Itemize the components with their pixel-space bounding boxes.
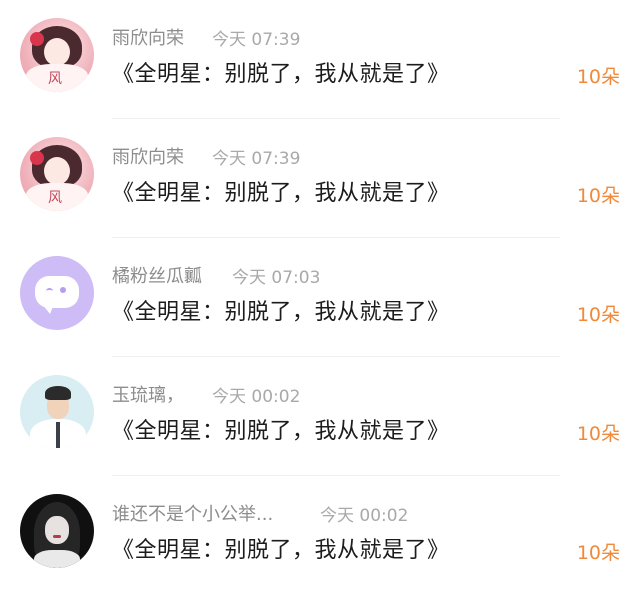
gift-record-list: 风 雨欣向荣 今天 07:39 《全明星：别脱了，我从就是了》 10朵 风 雨欣… [0,0,640,584]
list-item[interactable]: 风 雨欣向荣 今天 07:39 《全明星：别脱了，我从就是了》 10朵 [0,119,640,238]
avatar[interactable] [20,375,94,449]
timestamp: 今天 07:39 [212,30,301,50]
timestamp: 今天 00:02 [212,387,301,407]
flower-count: 10朵 [576,304,620,326]
flower-count: 10朵 [576,542,620,564]
message-text: 《全明星：别脱了，我从就是了》 [112,419,450,444]
avatar[interactable] [20,256,94,330]
flower-count: 10朵 [576,423,620,445]
user-name[interactable]: 雨欣向荣 [112,143,184,169]
avatar[interactable] [20,494,94,568]
flower-count: 10朵 [576,66,620,88]
message-text: 《全明星：别脱了，我从就是了》 [112,62,450,87]
list-item[interactable]: 橘粉丝瓜瓤 今天 07:03 《全明星：别脱了，我从就是了》 10朵 [0,238,640,357]
user-name[interactable]: 橘粉丝瓜瓤 [112,262,202,288]
list-item[interactable]: 谁还不是个小公举... 今天 00:02 《全明星：别脱了，我从就是了》 10朵 [0,476,640,595]
message-text: 《全明星：别脱了，我从就是了》 [112,538,450,563]
list-item[interactable]: 玉琉璃， 今天 00:02 《全明星：别脱了，我从就是了》 10朵 [0,357,640,476]
flower-count: 10朵 [576,185,620,207]
message-text: 《全明星：别脱了，我从就是了》 [112,300,450,325]
list-item[interactable]: 风 雨欣向荣 今天 07:39 《全明星：别脱了，我从就是了》 10朵 [0,0,640,119]
user-name[interactable]: 雨欣向荣 [112,24,184,50]
timestamp: 今天 07:03 [232,268,321,288]
timestamp: 今天 00:02 [320,506,409,526]
timestamp: 今天 07:39 [212,149,301,169]
user-name[interactable]: 玉琉璃， [112,381,184,407]
message-text: 《全明星：别脱了，我从就是了》 [112,181,450,206]
avatar[interactable]: 风 [20,137,94,211]
avatar[interactable]: 风 [20,18,94,92]
user-name[interactable]: 谁还不是个小公举... [112,500,273,526]
